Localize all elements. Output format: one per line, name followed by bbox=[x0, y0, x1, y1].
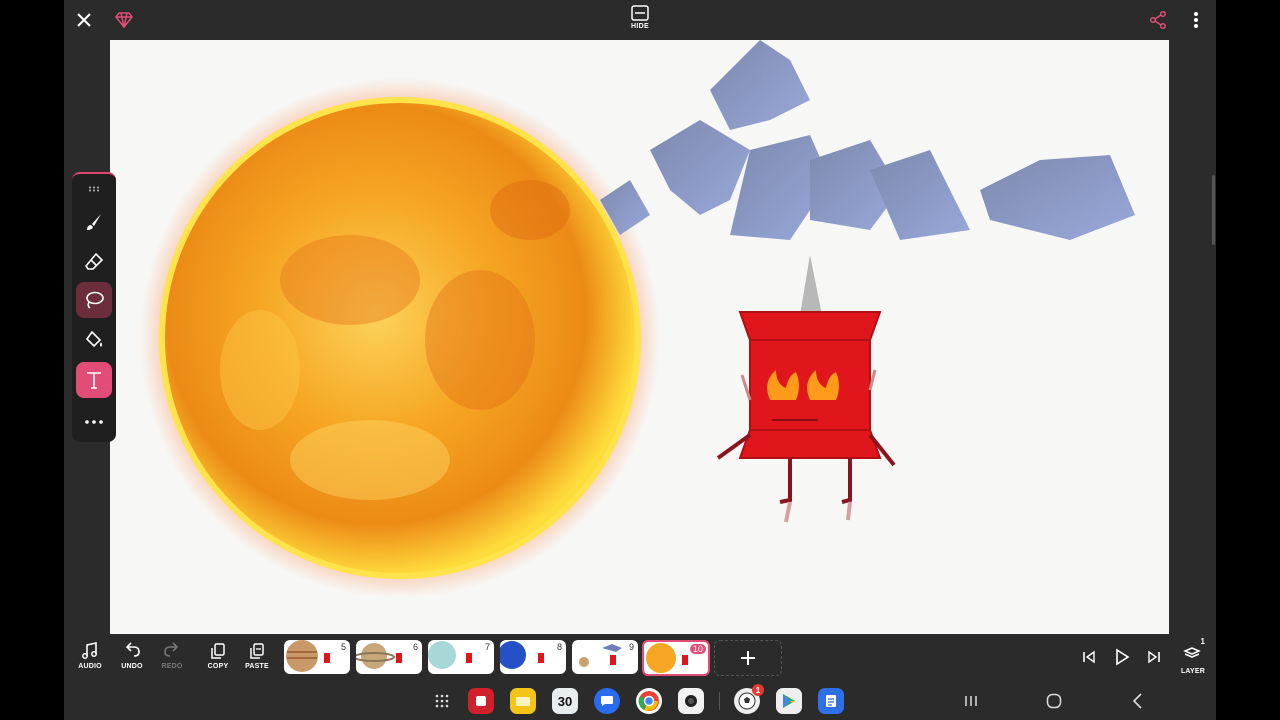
music-note-icon bbox=[82, 642, 97, 659]
broken-shards-image[interactable] bbox=[600, 40, 1135, 240]
brush-tool-icon[interactable] bbox=[76, 204, 112, 240]
recent-apps-icon[interactable] bbox=[960, 690, 982, 712]
calendar-app-icon[interactable]: 30 bbox=[552, 688, 578, 714]
system-navigation-bar: 30 1 bbox=[64, 680, 1216, 720]
docs-app-icon[interactable] bbox=[818, 688, 844, 714]
undo-label: UNDO bbox=[121, 663, 143, 670]
hide-button[interactable]: HIDE bbox=[624, 4, 656, 36]
soccer-app-icon[interactable]: 1 bbox=[734, 684, 764, 714]
paste-icon bbox=[250, 643, 264, 659]
skip-to-end-icon[interactable] bbox=[1143, 646, 1165, 668]
tool-palette bbox=[72, 172, 116, 442]
home-icon[interactable] bbox=[1043, 690, 1065, 712]
sun-image[interactable] bbox=[140, 78, 660, 598]
layer-button[interactable]: 1 LAYER bbox=[1173, 637, 1213, 675]
bottom-toolbar: AUDIO UNDO REDO COPY PASTE 5 6 7 8 9 10 … bbox=[64, 634, 1216, 680]
layer-label: LAYER bbox=[1180, 668, 1206, 675]
audio-label: AUDIO bbox=[78, 663, 102, 670]
camera-app-icon[interactable] bbox=[678, 688, 704, 714]
play-store-app-icon[interactable] bbox=[776, 688, 802, 714]
chrome-app-icon[interactable] bbox=[636, 688, 662, 714]
redo-button[interactable]: REDO bbox=[152, 642, 192, 670]
paste-button[interactable]: PASTE bbox=[237, 642, 277, 670]
notification-badge: 1 bbox=[752, 684, 764, 696]
top-bar: HIDE bbox=[64, 0, 1216, 40]
copy-icon bbox=[211, 643, 225, 659]
add-frame-button[interactable] bbox=[714, 640, 782, 676]
plus-icon bbox=[741, 651, 755, 665]
vertical-scrollbar[interactable] bbox=[1212, 175, 1215, 245]
close-icon[interactable] bbox=[72, 8, 96, 32]
layer-count: 1 bbox=[1200, 637, 1205, 646]
frame-thumbnail[interactable]: 6 bbox=[356, 640, 422, 674]
play-icon[interactable] bbox=[1109, 644, 1135, 670]
dock-divider bbox=[719, 692, 720, 710]
frame-thumbnail[interactable]: 8 bbox=[500, 640, 566, 674]
undo-icon bbox=[125, 642, 140, 657]
frame-thumbnail[interactable]: 5 bbox=[284, 640, 350, 674]
premium-gem-icon[interactable] bbox=[112, 8, 136, 32]
calendar-day: 30 bbox=[557, 693, 573, 709]
hide-label: HIDE bbox=[631, 23, 649, 30]
frame-thumbnail-active[interactable]: 10 bbox=[642, 640, 710, 676]
drag-handle-icon[interactable] bbox=[76, 178, 112, 200]
frame-number: 5 bbox=[340, 642, 346, 652]
pushpin-character[interactable] bbox=[716, 255, 896, 523]
hide-icon bbox=[631, 5, 649, 21]
audio-button[interactable]: AUDIO bbox=[70, 642, 110, 670]
files-app-icon[interactable] bbox=[510, 688, 536, 714]
more-vertical-icon[interactable] bbox=[1186, 8, 1206, 32]
skip-to-start-icon[interactable] bbox=[1078, 646, 1100, 668]
paste-label: PASTE bbox=[245, 663, 269, 670]
frame-number: 9 bbox=[628, 642, 634, 652]
frame-number: 6 bbox=[412, 642, 418, 652]
fill-bucket-icon[interactable] bbox=[76, 322, 112, 358]
copy-label: COPY bbox=[207, 663, 229, 670]
lasso-tool-icon[interactable] bbox=[76, 282, 112, 318]
frame-thumbnail[interactable]: 7 bbox=[428, 640, 494, 674]
frame-number: 10 bbox=[689, 644, 706, 654]
drawing-canvas[interactable] bbox=[110, 40, 1169, 634]
more-tools-icon[interactable] bbox=[76, 404, 112, 440]
messages-app-icon[interactable] bbox=[594, 688, 620, 714]
redo-icon bbox=[164, 642, 179, 657]
frame-number: 7 bbox=[484, 642, 490, 652]
back-icon[interactable] bbox=[1126, 690, 1148, 712]
eraser-tool-icon[interactable] bbox=[76, 244, 112, 280]
share-icon[interactable] bbox=[1146, 8, 1170, 32]
text-tool-icon[interactable] bbox=[76, 362, 112, 398]
undo-button[interactable]: UNDO bbox=[112, 642, 152, 670]
layers-icon: 1 bbox=[1183, 637, 1205, 665]
tablet-screen: HIDE AUDIO UNDO REDO COPY PASTE 5 6 7 8 … bbox=[64, 0, 1216, 720]
frame-number: 8 bbox=[556, 642, 562, 652]
redo-label: REDO bbox=[161, 663, 183, 670]
app-drawer-icon[interactable] bbox=[430, 690, 454, 712]
copy-button[interactable]: COPY bbox=[198, 642, 238, 670]
frame-thumbnail[interactable]: 9 bbox=[572, 640, 638, 674]
flipaclip-app-icon[interactable] bbox=[468, 688, 494, 714]
